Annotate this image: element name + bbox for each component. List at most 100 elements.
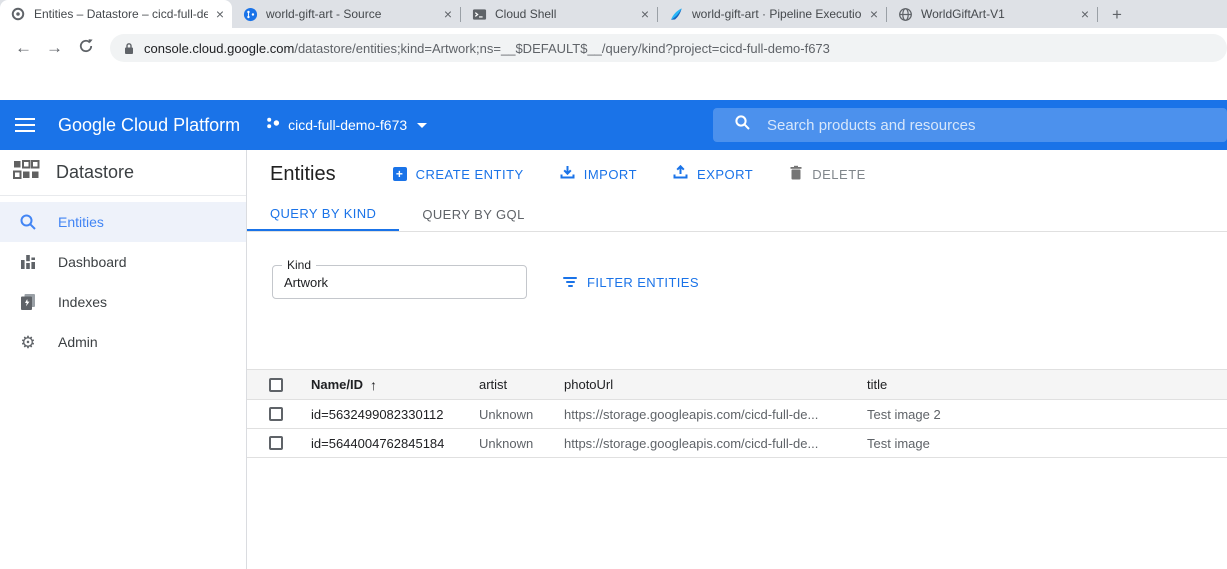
url-domain: console.cloud.google.com — [144, 41, 294, 56]
delete-button[interactable]: DELETE — [789, 165, 866, 183]
cell-photourl: https://storage.googleapis.com/cicd-full… — [564, 436, 867, 451]
tab-label: QUERY BY KIND — [270, 206, 376, 221]
import-button[interactable]: IMPORT — [560, 165, 637, 183]
url-path: /datastore/entities;kind=Artwork;ns=__$D… — [294, 41, 830, 56]
close-tab-icon[interactable]: × — [870, 7, 878, 21]
cell-name-id[interactable]: id=5632499082330112 — [311, 407, 479, 422]
column-header-name-id[interactable]: Name/ID ↑ — [311, 377, 479, 393]
gcp-search-bar[interactable]: Search products and resources — [713, 108, 1227, 142]
back-icon[interactable]: ← — [8, 38, 39, 58]
table-row[interactable]: id=5644004762845184 Unknown https://stor… — [247, 429, 1227, 458]
export-icon — [673, 165, 688, 183]
plus-icon: + — [393, 167, 407, 181]
query-tabs: QUERY BY KIND QUERY BY GQL — [247, 198, 1227, 232]
spinnaker-favicon-icon — [668, 6, 684, 22]
cell-artist: Unknown — [479, 436, 564, 451]
cell-photourl: https://storage.googleapis.com/cicd-full… — [564, 407, 867, 422]
entities-action-bar: Entities + CREATE ENTITY IMPORT EXPORT — [247, 150, 1227, 198]
column-header-title[interactable]: title — [867, 377, 1227, 392]
main-content: Entities + CREATE ENTITY IMPORT EXPORT — [247, 150, 1227, 569]
cloud-source-favicon-icon — [242, 6, 258, 22]
cloud-shell-favicon-icon — [471, 6, 487, 22]
cell-title: Test image 2 — [867, 407, 1227, 422]
browser-tab-worldgiftart[interactable]: WorldGiftArt-V1 × — [887, 0, 1097, 28]
tab-title: Cloud Shell — [495, 7, 633, 21]
sidebar-item-label: Indexes — [58, 294, 107, 310]
row-select-cell — [247, 436, 311, 450]
close-tab-icon[interactable]: × — [444, 7, 452, 21]
globe-favicon-icon — [897, 6, 913, 22]
sidebar: Datastore Entities Dashboard Indexes — [0, 150, 247, 569]
browser-tab-entities[interactable]: Entities – Datastore – cicd-full-de × — [0, 0, 232, 28]
browser-tab-pipeline[interactable]: world-gift-art · Pipeline Execution × — [658, 0, 886, 28]
query-panel: Kind Artwork FILTER ENTITIES — [247, 232, 1227, 299]
sidebar-item-label: Admin — [58, 334, 98, 350]
project-icon — [265, 115, 281, 136]
close-tab-icon[interactable]: × — [1081, 7, 1089, 21]
tab-title: Entities – Datastore – cicd-full-de — [34, 7, 208, 21]
forward-icon[interactable]: → — [39, 38, 70, 58]
sidebar-item-indexes[interactable]: Indexes — [0, 282, 246, 322]
project-switcher[interactable]: cicd-full-demo-f673 — [265, 115, 427, 136]
tab-title: world-gift-art - Source — [266, 7, 436, 21]
table-header-row: Name/ID ↑ artist photoUrl title — [247, 369, 1227, 400]
app-body: Datastore Entities Dashboard Indexes — [0, 150, 1227, 569]
select-row-checkbox[interactable] — [269, 407, 283, 421]
filter-icon — [563, 277, 577, 287]
url-bar[interactable]: console.cloud.google.com/datastore/entit… — [110, 34, 1227, 62]
browser-tab-source[interactable]: world-gift-art - Source × — [232, 0, 460, 28]
cell-artist: Unknown — [479, 407, 564, 422]
select-row-checkbox[interactable] — [269, 436, 283, 450]
reload-icon[interactable] — [70, 38, 101, 59]
sidebar-header: Datastore — [0, 150, 246, 196]
sidebar-item-dashboard[interactable]: Dashboard — [0, 242, 246, 282]
new-tab-button[interactable]: + — [1112, 6, 1122, 23]
filter-entities-button[interactable]: FILTER ENTITIES — [563, 265, 699, 299]
gcp-brand[interactable]: Google Cloud Platform — [58, 115, 240, 136]
sort-ascending-icon: ↑ — [370, 377, 377, 393]
cell-name-id[interactable]: id=5644004762845184 — [311, 436, 479, 451]
search-icon — [18, 213, 38, 231]
sidebar-item-label: Dashboard — [58, 254, 127, 270]
export-label: EXPORT — [697, 167, 753, 182]
dashboard-icon — [18, 253, 38, 271]
sidebar-item-admin[interactable]: ⚙ Admin — [0, 322, 246, 362]
delete-label: DELETE — [812, 167, 866, 182]
sidebar-item-label: Entities — [58, 214, 104, 230]
url-text: console.cloud.google.com/datastore/entit… — [144, 41, 830, 56]
create-entity-button[interactable]: + CREATE ENTITY — [393, 167, 524, 182]
close-tab-icon[interactable]: × — [216, 7, 224, 21]
browser-content-gap — [0, 68, 1227, 100]
column-header-artist[interactable]: artist — [479, 377, 564, 392]
sidebar-item-entities[interactable]: Entities — [0, 202, 246, 242]
chevron-down-icon — [417, 123, 427, 128]
kind-field-value: Artwork — [273, 275, 328, 290]
datastore-favicon-icon — [10, 6, 26, 22]
select-all-checkbox[interactable] — [269, 378, 283, 392]
kind-field-label: Kind — [282, 258, 316, 272]
menu-hamburger-icon[interactable] — [15, 114, 35, 136]
gcp-header: Google Cloud Platform cicd-full-demo-f67… — [0, 100, 1227, 150]
search-icon — [734, 114, 751, 136]
browser-tab-cloud-shell[interactable]: Cloud Shell × — [461, 0, 657, 28]
sidebar-title: Datastore — [56, 162, 134, 183]
filter-entities-label: FILTER ENTITIES — [587, 275, 699, 290]
kind-input[interactable]: Kind Artwork — [272, 265, 527, 299]
tab-title: world-gift-art · Pipeline Execution — [692, 7, 862, 21]
trash-icon — [789, 165, 803, 183]
browser-tab-strip: Entities – Datastore – cicd-full-de × wo… — [0, 0, 1227, 28]
table-row[interactable]: id=5632499082330112 Unknown https://stor… — [247, 400, 1227, 429]
search-placeholder: Search products and resources — [767, 117, 975, 134]
sidebar-nav: Entities Dashboard Indexes ⚙ Admin — [0, 196, 246, 362]
datastore-logo-icon — [13, 160, 40, 185]
select-all-cell — [247, 378, 311, 392]
import-label: IMPORT — [584, 167, 637, 182]
close-tab-icon[interactable]: × — [641, 7, 649, 21]
indexes-icon — [18, 293, 38, 311]
export-button[interactable]: EXPORT — [673, 165, 753, 183]
browser-toolbar: ← → console.cloud.google.com/datastore/e… — [0, 28, 1227, 68]
tab-query-by-gql[interactable]: QUERY BY GQL — [399, 198, 547, 231]
tab-query-by-kind[interactable]: QUERY BY KIND — [247, 198, 399, 231]
tab-title: WorldGiftArt-V1 — [921, 7, 1073, 21]
column-header-photourl[interactable]: photoUrl — [564, 377, 867, 392]
